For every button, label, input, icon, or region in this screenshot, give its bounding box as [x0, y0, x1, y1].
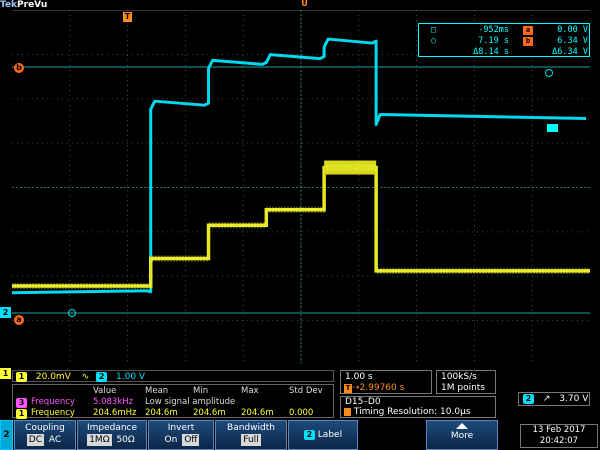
cursor-a-tag: a — [523, 26, 533, 35]
horizontal-scale: 1.00 s — [345, 372, 373, 382]
cursor-b-time: 7.19 s — [478, 36, 509, 46]
label-channel-badge: 2 — [303, 429, 315, 440]
ref-marker-a[interactable]: a — [14, 315, 24, 325]
meas1-mean: 204.6m — [145, 408, 178, 418]
col-mean: Mean — [145, 386, 169, 396]
channel-menu: 2 Coupling DC AC Impedance 1MΩ 50Ω Inver… — [0, 420, 600, 450]
cursor-row-a: □ -952ms a 0.00 V — [419, 25, 589, 36]
acquisition-readout[interactable]: 100kS/s 1M points — [436, 370, 496, 394]
meas1-stddev: 0.000 — [289, 408, 314, 418]
ch2-ground-marker[interactable]: 2 — [0, 307, 11, 318]
cursor-row-b: ○ 7.19 s b 6.34 V — [419, 36, 589, 47]
meas1-value: 204.6mHz — [93, 408, 137, 418]
cursor-delta-value: Δ6.34 V — [552, 47, 588, 57]
meas3-value: 5.083kHz — [93, 397, 134, 407]
trigger-readout[interactable]: 2 ↗ 3.70 V — [518, 392, 590, 406]
digital-range: D15–D0 — [345, 397, 381, 407]
trigger-source-badge: 2 — [523, 393, 534, 404]
meas3-name: Frequency — [31, 397, 75, 407]
acq-mode: PreVu — [17, 0, 48, 10]
more-label: More — [450, 431, 474, 441]
bandwidth-button[interactable]: Bandwidth Full — [215, 420, 287, 450]
label-text: Label — [317, 430, 343, 440]
circle-icon: ○ — [431, 36, 437, 46]
col-stddev: Std Dev — [289, 386, 323, 396]
invert-off-option[interactable]: Off — [182, 434, 200, 446]
channel-menu-badge[interactable]: 2 — [0, 420, 13, 450]
bandwidth-limit-icon: ∿ — [81, 372, 90, 382]
meas1-name: Frequency — [31, 408, 75, 418]
oscilloscope-screen: TekPreVu T U b a 2 1 □ -952ms a 0.00 V ○… — [0, 0, 600, 450]
label-button[interactable]: 2 Label — [288, 420, 358, 450]
invert-button[interactable]: Invert On Off — [148, 420, 214, 450]
timing-resolution: Timing Resolution: 10.0μs — [344, 407, 471, 417]
bandwidth-value: Full — [241, 434, 261, 446]
cursor-readout-panel[interactable]: □ -952ms a 0.00 V ○ 7.19 s b 6.34 V Δ8.1… — [418, 23, 590, 57]
cursor-delta-time: Δ8.14 s — [473, 47, 509, 57]
ch1-badge: 1 — [16, 371, 27, 382]
record-length: 1M points — [441, 383, 485, 393]
cursor-a-time: -952ms — [478, 25, 509, 35]
measurement-table[interactable]: Value Mean Min Max Std Dev 3 Frequency 5… — [12, 384, 334, 419]
coupling-ac-option[interactable]: AC — [47, 434, 63, 446]
trigger-level: 3.70 V — [559, 394, 589, 404]
coupling-label: Coupling — [25, 423, 65, 433]
col-min: Min — [193, 386, 209, 396]
cursor-b-value: 6.34 V — [557, 36, 588, 46]
sample-rate: 100kS/s — [441, 372, 477, 382]
cursor-a-value: 0.00 V — [557, 25, 588, 35]
ch1-noise-band — [324, 160, 377, 175]
measurement-header: Value Mean Min Max Std Dev — [13, 386, 333, 397]
measurement-row[interactable]: 1 Frequency 204.6mHz 204.6m 204.6m 204.6… — [13, 408, 333, 419]
cursor-row-delta: Δ8.14 s Δ6.34 V — [419, 47, 589, 58]
datetime-readout[interactable]: 13 Feb 2017 20:42:07 — [520, 424, 598, 448]
timing-icon — [344, 407, 351, 416]
cursor-b-square-marker[interactable] — [547, 124, 558, 132]
time: 20:42:07 — [539, 436, 579, 446]
more-arrow-icon — [456, 423, 468, 429]
meas1-min: 204.6m — [193, 408, 226, 418]
invert-label: Invert — [167, 423, 195, 433]
coupling-button[interactable]: Coupling DC AC — [14, 420, 76, 450]
col-value: Value — [93, 386, 117, 396]
square-icon: □ — [431, 25, 437, 35]
impedance-50ohm-option[interactable]: 50Ω — [114, 434, 136, 446]
trigger-delay-value: 2.99760 s — [359, 383, 405, 393]
timing-resolution-value: Timing Resolution: 10.0μs — [353, 407, 471, 417]
col-max: Max — [241, 386, 259, 396]
trigger-delay-icon: T — [344, 384, 352, 393]
trigger-position-marker[interactable]: T — [123, 12, 132, 22]
invert-on-option[interactable]: On — [163, 434, 180, 446]
meas3-badge: 3 — [16, 398, 27, 408]
brand-label: TekPreVu — [0, 0, 47, 10]
ch2-scale: 1.00 V — [116, 372, 146, 382]
delay-arrow-icon: ⇢ — [352, 383, 360, 393]
expansion-point-marker[interactable]: U — [300, 0, 309, 8]
ch1-ground-marker[interactable]: 1 — [0, 368, 11, 379]
impedance-button[interactable]: Impedance 1MΩ 50Ω — [77, 420, 147, 450]
waveform-display[interactable] — [12, 10, 590, 365]
trigger-delay: T ⇢2.99760 s — [344, 383, 404, 393]
impedance-label: Impedance — [86, 423, 138, 433]
meas1-badge: 1 — [16, 409, 27, 419]
impedance-1mohm-option[interactable]: 1MΩ — [87, 434, 112, 446]
ref-marker-b[interactable]: b — [14, 63, 24, 73]
channel-scale-bar[interactable]: 1 20.0mV ∿ 2 1.00 V — [12, 370, 334, 382]
date: 13 Feb 2017 — [532, 425, 586, 435]
rising-edge-icon: ↗ — [542, 394, 551, 404]
digital-channels-readout[interactable]: D15–D0 Timing Resolution: 10.0μs — [340, 396, 496, 418]
meas3-note: Low signal amplitude — [145, 397, 236, 407]
timebase-readout[interactable]: 1.00 s T ⇢2.99760 s — [340, 370, 432, 394]
bandwidth-label: Bandwidth — [227, 423, 275, 433]
more-button[interactable]: More — [426, 420, 498, 450]
measurement-row[interactable]: 3 Frequency 5.083kHz Low signal amplitud… — [13, 397, 333, 408]
meas1-max: 204.6m — [241, 408, 274, 418]
brand-tek: Tek — [0, 0, 18, 10]
ch1-scale: 20.0mV — [35, 372, 71, 382]
ch2-badge: 2 — [96, 371, 108, 382]
cursor-b-tag: b — [523, 37, 533, 46]
coupling-dc-option[interactable]: DC — [26, 434, 45, 446]
